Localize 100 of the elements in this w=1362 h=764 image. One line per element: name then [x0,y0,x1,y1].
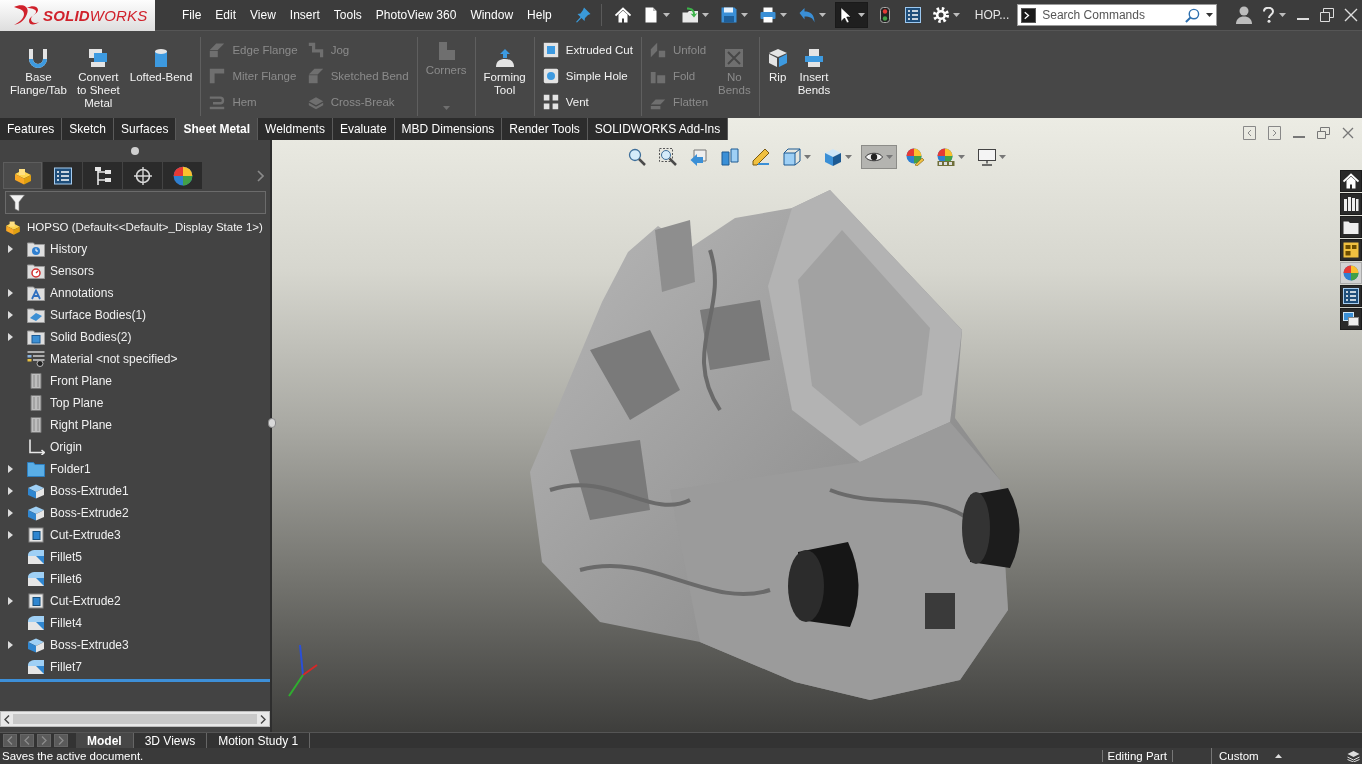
caret-icon [662,13,670,17]
ribbon-button[interactable]: Lofted-Bend [127,37,195,116]
layers-icon[interactable] [1347,750,1360,762]
panel-tab[interactable] [43,162,82,189]
tree-item[interactable]: Sensors [0,260,270,282]
tree-item[interactable]: Top Plane [0,392,270,414]
round-hole-icon [542,68,559,84]
panel-tab[interactable] [123,162,162,189]
tree-item[interactable]: History [0,238,270,260]
tree-item[interactable]: Boss-Extrude1 [0,480,270,502]
menu-item[interactable]: Insert [282,3,327,27]
menu-item[interactable]: Edit [208,3,244,27]
tree-item[interactable]: Annotations [0,282,270,304]
ribbon-button[interactable]: Vent [540,89,635,115]
folder-gauge-icon [27,263,45,279]
panel-tab[interactable] [163,162,202,189]
expand-arrow-icon[interactable] [8,333,13,341]
user-silhouette-icon[interactable] [1235,6,1253,24]
units-selector[interactable]: Custom [1211,748,1291,764]
task-pane-tab[interactable] [1340,239,1362,261]
close-icon[interactable] [1342,127,1354,139]
tree-item[interactable]: Cut-Extrude2 [0,590,270,612]
menu-item[interactable]: File [175,3,209,27]
menu-item[interactable]: PhotoView 360 [368,3,464,27]
expand-arrow-icon[interactable] [8,641,13,649]
task-pane-tab[interactable] [1340,170,1362,192]
toolbar-button[interactable] [834,2,868,28]
tree-item[interactable]: Fillet6 [0,568,270,590]
angled-plate-icon [209,42,226,58]
ribbon-button[interactable]: Rip [765,37,790,116]
search-field[interactable]: Search Commands [1017,4,1218,26]
logo-wordmark: SOLIDWORKS [43,6,148,24]
panel-right-icon[interactable] [1268,126,1281,140]
ribbon-button[interactable]: Forming Tool [481,37,528,116]
ribbon-button[interactable]: Insert Bends [795,37,833,116]
cut-cube-icon [27,593,45,609]
color-ball-icon [172,165,193,186]
ribbon-button[interactable]: Convert to Sheet Metal [74,37,122,116]
chevron-right-icon[interactable] [257,169,264,182]
scroll-right-icon[interactable] [260,714,266,724]
palette-grid-icon [1343,242,1359,258]
tree-item[interactable]: Material <not specified> [0,348,270,370]
task-pane-tab[interactable] [1340,216,1362,238]
expand-arrow-icon[interactable] [8,289,13,297]
restore-icon[interactable] [1317,127,1330,139]
help-button[interactable] [1263,7,1286,23]
expand-arrow-icon[interactable] [8,245,13,253]
task-pane-tab[interactable] [1340,193,1362,215]
ribbon-button[interactable]: Base Flange/Tab [8,37,69,116]
caret-icon [886,155,893,159]
task-pane-tab[interactable] [1340,285,1362,307]
task-pane-tab[interactable] [1340,308,1362,330]
ribbon-button[interactable]: Extruded Cut [540,37,635,63]
expand-arrow-icon[interactable] [8,531,13,539]
panel-grip-handle[interactable] [131,146,139,155]
caret-icon [845,155,852,159]
expand-arrow-icon[interactable] [8,597,13,605]
tree-item[interactable]: Fillet7 [0,656,270,678]
tree-item[interactable]: Cut-Extrude3 [0,524,270,546]
undo-arrow-icon [798,7,815,23]
pushpin-icon[interactable] [574,7,591,23]
scroll-left-icon[interactable] [4,714,10,724]
filter-field[interactable] [5,191,266,214]
menu-item[interactable]: View [243,3,283,27]
expand-arrow-icon[interactable] [8,509,13,517]
ribbon-button[interactable]: Simple Hole [540,63,635,89]
tree-item[interactable]: Right Plane [0,414,270,436]
expand-arrow-icon[interactable] [8,487,13,495]
menu-item[interactable]: Window [463,3,521,27]
panel-left-icon[interactable] [1243,126,1256,140]
menu-item[interactable]: Help [520,3,559,27]
tree-item[interactable]: Fillet4 [0,612,270,634]
plane-sheet-icon [27,373,45,389]
tree-item[interactable]: Boss-Extrude3 [0,634,270,656]
folder-icon [1343,219,1359,235]
scrollbar-thumb[interactable] [13,714,257,724]
tree-item[interactable]: Front Plane [0,370,270,392]
house-icon [614,7,631,23]
tree-item[interactable]: Folder1 [0,458,270,480]
panel-tab[interactable] [83,162,122,189]
tree-item[interactable]: Solid Bodies(2) [0,326,270,348]
view-tool-button[interactable] [861,145,897,169]
corner-plate-icon [436,41,457,61]
search-input[interactable]: Search Commands [1042,6,1180,24]
expand-arrow-icon[interactable] [8,311,13,319]
horizontal-scrollbar[interactable] [0,711,270,727]
caret-icon [804,155,811,159]
document-tab[interactable]: Model [76,733,134,748]
expand-arrow-icon[interactable] [8,465,13,473]
search-icon[interactable] [1185,7,1201,23]
command-tab[interactable]: Sheet Metal [176,118,259,140]
tree-item[interactable]: Origin [0,436,270,458]
tree-root[interactable]: HOPSO (Default<<Default>_Display State 1>) [0,216,270,238]
tree-item[interactable]: Boss-Extrude2 [0,502,270,524]
panel-tab[interactable] [3,162,42,189]
menu-item[interactable]: Tools [326,3,369,27]
sheet-stack-icon [88,48,109,68]
tree-item[interactable]: Surface Bodies(1) [0,304,270,326]
tree-item[interactable]: Fillet5 [0,546,270,568]
printer-icon [759,7,776,23]
